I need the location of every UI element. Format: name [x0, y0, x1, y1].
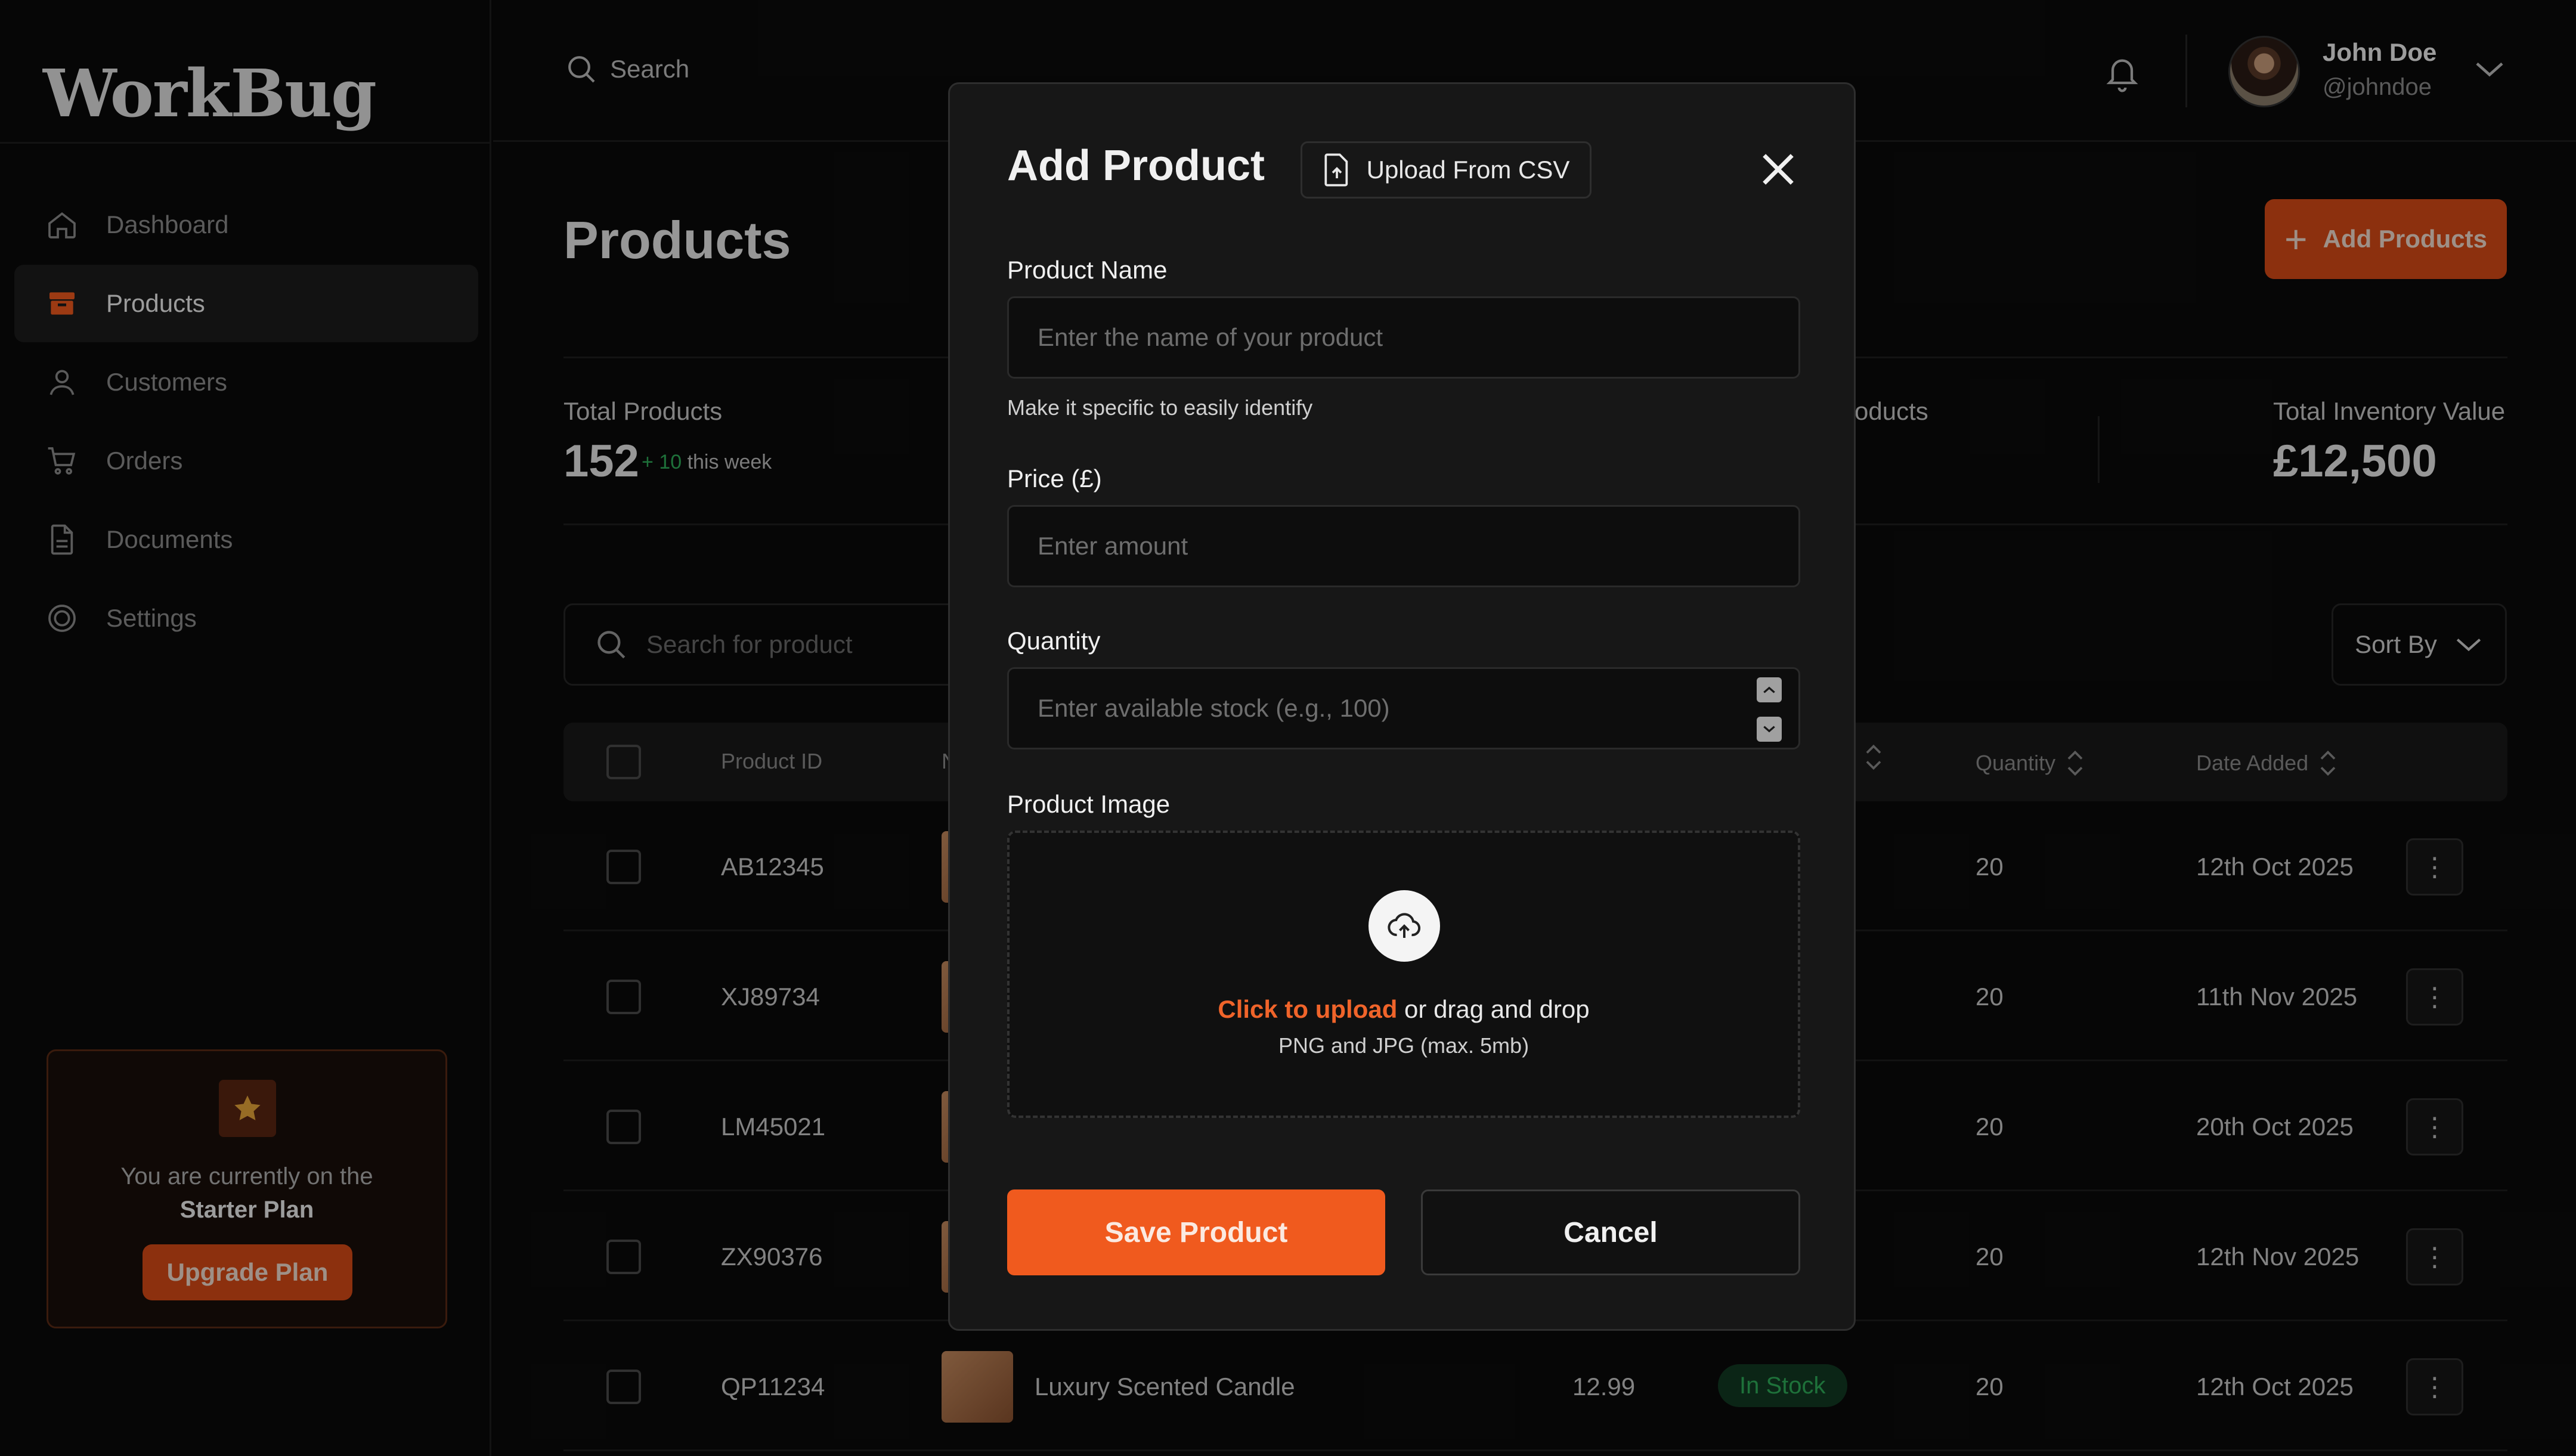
- click-to-upload-link[interactable]: Click to upload: [1218, 995, 1397, 1023]
- upload-hint: PNG and JPG (max. 5mb): [1278, 1033, 1530, 1058]
- product-name-input[interactable]: Enter the name of your product: [1007, 296, 1800, 379]
- chevron-down-icon[interactable]: [1757, 717, 1782, 742]
- product-name-label: Product Name: [1007, 256, 1168, 284]
- quantity-placeholder: Enter available stock (e.g., 100): [1038, 694, 1390, 722]
- cancel-button[interactable]: Cancel: [1421, 1189, 1800, 1275]
- product-name-placeholder: Enter the name of your product: [1038, 323, 1383, 351]
- stepper-controls: [1757, 677, 1782, 742]
- modal-title: Add Product: [1007, 142, 1265, 190]
- image-dropzone[interactable]: Click to upload or drag and drop PNG and…: [1007, 831, 1800, 1118]
- quantity-stepper[interactable]: Enter available stock (e.g., 100): [1007, 667, 1800, 749]
- close-icon[interactable]: [1757, 148, 1799, 190]
- upload-csv-button[interactable]: Upload From CSV: [1301, 141, 1592, 199]
- product-image-label: Product Image: [1007, 790, 1171, 818]
- price-label: Price (£): [1007, 464, 1102, 492]
- upload-instruction: Click to upload or drag and drop: [1010, 995, 1798, 1024]
- add-product-modal: Add Product Upload From CSV Product Name…: [948, 82, 1856, 1331]
- price-placeholder: Enter amount: [1038, 532, 1188, 560]
- cloud-upload-icon: [1368, 890, 1440, 962]
- product-name-helper: Make it specific to easily identify: [1007, 395, 1313, 420]
- price-input[interactable]: Enter amount: [1007, 505, 1800, 587]
- file-upload-icon: [1324, 153, 1348, 187]
- upload-csv-label: Upload From CSV: [1366, 156, 1570, 184]
- chevron-up-icon[interactable]: [1757, 677, 1782, 702]
- save-product-button[interactable]: Save Product: [1007, 1189, 1385, 1275]
- quantity-label: Quantity: [1007, 627, 1101, 655]
- drag-drop-text: or drag and drop: [1397, 995, 1590, 1023]
